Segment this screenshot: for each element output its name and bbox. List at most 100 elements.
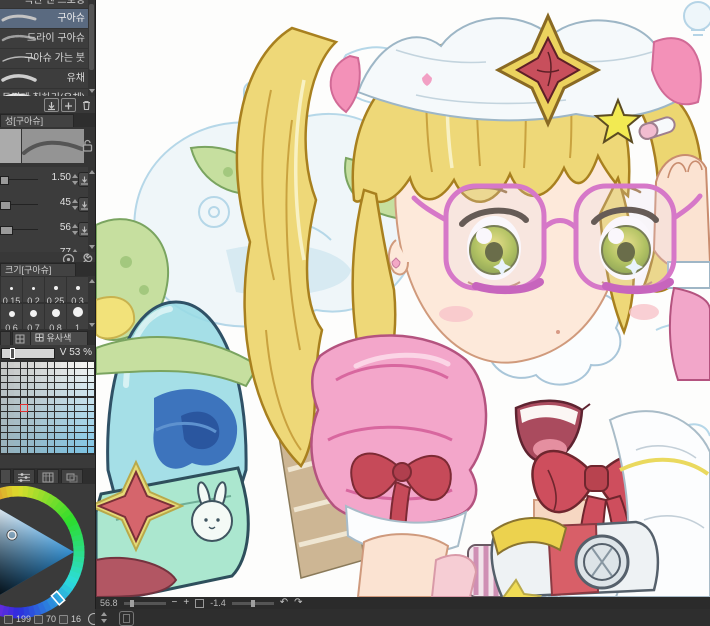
color-swatch[interactable]	[81, 411, 88, 418]
color-swatch[interactable]	[54, 447, 61, 454]
color-swatch[interactable]	[47, 376, 54, 383]
color-swatch[interactable]	[81, 390, 88, 397]
size-preset[interactable]: 0.15	[0, 276, 23, 306]
color-swatch[interactable]	[1, 397, 7, 404]
color-swatch[interactable]	[21, 362, 28, 368]
color-swatch[interactable]	[1, 383, 7, 390]
color-swatch[interactable]	[54, 376, 61, 383]
color-swatch[interactable]	[68, 433, 74, 439]
color-swatch[interactable]	[14, 376, 21, 383]
property-slider-row[interactable]: 56	[0, 217, 95, 242]
color-swatch[interactable]	[47, 383, 54, 390]
tool-property-tab[interactable]: 성[구아슈]	[0, 114, 74, 128]
color-swatch[interactable]	[61, 397, 68, 404]
color-swatch[interactable]	[47, 425, 54, 432]
color-swatch[interactable]	[14, 447, 21, 454]
color-swatch[interactable]	[54, 383, 61, 390]
color-swatch[interactable]	[7, 411, 14, 418]
color-swatch[interactable]	[81, 376, 88, 383]
color-swatch[interactable]	[74, 418, 81, 425]
color-swatch[interactable]	[47, 397, 54, 404]
color-swatch[interactable]	[41, 362, 48, 368]
color-swatch[interactable]	[34, 376, 41, 383]
color-swatch[interactable]	[54, 369, 61, 376]
rotate-slider[interactable]	[231, 599, 274, 607]
color-swatch[interactable]	[41, 425, 48, 432]
color-set-tab[interactable]	[0, 331, 11, 345]
color-swatch[interactable]	[27, 404, 34, 411]
color-swatch[interactable]	[27, 440, 34, 447]
size-preset[interactable]: 1	[66, 303, 89, 333]
color-swatch[interactable]	[34, 390, 41, 397]
brush-size-tab[interactable]: 크기[구아슈]	[0, 263, 76, 277]
color-swatch[interactable]	[74, 369, 81, 376]
size-preset[interactable]: 0.25	[44, 276, 67, 306]
color-swatch[interactable]	[68, 390, 74, 397]
color-swatch[interactable]	[88, 397, 95, 404]
color-swatch[interactable]	[41, 397, 48, 404]
color-swatch[interactable]	[54, 425, 61, 432]
color-swatch[interactable]	[81, 397, 88, 404]
color-swatch[interactable]	[88, 390, 95, 397]
color-swatch[interactable]	[7, 433, 14, 439]
color-set-icon-tab[interactable]	[37, 469, 59, 483]
color-swatch[interactable]	[81, 369, 88, 376]
color-swatch[interactable]	[61, 447, 68, 454]
color-swatch[interactable]	[54, 362, 61, 368]
color-swatch[interactable]	[74, 383, 81, 390]
color-swatch[interactable]	[68, 376, 74, 383]
color-swatch[interactable]	[1, 447, 7, 454]
color-swatch[interactable]	[14, 440, 21, 447]
color-swatch[interactable]	[14, 418, 21, 425]
color-swatch[interactable]	[27, 376, 34, 383]
color-swatch[interactable]	[27, 383, 34, 390]
color-swatch[interactable]	[81, 433, 88, 439]
color-swatch[interactable]	[34, 418, 41, 425]
color-swatch[interactable]	[34, 440, 41, 447]
color-swatch[interactable]	[88, 383, 95, 390]
subtool-item-gouache[interactable]: 구아슈	[0, 9, 95, 29]
color-swatch[interactable]	[88, 440, 95, 447]
color-swatch[interactable]	[47, 369, 54, 376]
color-swatch[interactable]	[68, 383, 74, 390]
color-swatch[interactable]	[61, 383, 68, 390]
fit-to-screen-icon[interactable]	[195, 598, 205, 608]
property-slider-row[interactable]: 77	[0, 242, 95, 252]
color-swatch[interactable]	[1, 433, 7, 439]
color-swatch[interactable]	[21, 418, 28, 425]
color-swatch[interactable]	[7, 440, 14, 447]
color-swatch[interactable]	[88, 433, 95, 439]
color-swatch[interactable]	[1, 418, 7, 425]
color-swatch[interactable]	[34, 411, 41, 418]
color-swatch[interactable]	[54, 411, 61, 418]
color-swatch[interactable]	[68, 425, 74, 432]
color-swatch[interactable]	[1, 440, 7, 447]
color-swatch[interactable]	[27, 433, 34, 439]
register-subtool-button[interactable]	[44, 98, 59, 112]
color-swatch[interactable]	[21, 440, 28, 447]
color-swatch[interactable]	[74, 411, 81, 418]
scroll-up-icon[interactable]	[89, 170, 95, 174]
color-wheel-tab[interactable]	[0, 469, 11, 483]
color-swatch[interactable]	[7, 447, 14, 454]
zoom-slider-handle[interactable]	[129, 599, 134, 607]
color-swatch[interactable]	[54, 390, 61, 397]
color-swatch[interactable]	[47, 404, 54, 411]
color-swatch[interactable]	[88, 369, 95, 376]
color-swatch[interactable]	[61, 411, 68, 418]
color-mixer-tab[interactable]	[61, 469, 83, 483]
color-swatch[interactable]	[61, 376, 68, 383]
subtool-item-oil[interactable]: 유채	[0, 69, 95, 89]
color-swatch[interactable]	[1, 404, 7, 411]
color-swatch[interactable]	[74, 390, 81, 397]
color-swatch[interactable]	[88, 447, 95, 454]
color-swatch[interactable]	[27, 397, 34, 404]
color-swatch[interactable]	[41, 390, 48, 397]
color-swatch[interactable]	[88, 362, 95, 368]
color-swatch[interactable]	[74, 362, 81, 368]
color-swatch[interactable]	[74, 440, 81, 447]
color-swatch[interactable]	[7, 383, 14, 390]
color-swatch[interactable]	[14, 362, 21, 368]
color-swatch[interactable]	[68, 362, 74, 368]
zoom-slider[interactable]	[123, 599, 166, 607]
